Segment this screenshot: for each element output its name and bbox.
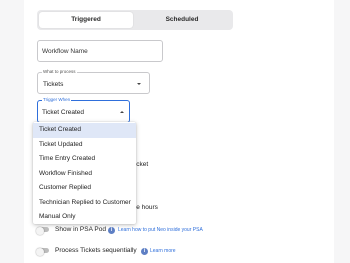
- workflow-name-input[interactable]: [42, 46, 158, 57]
- dropdown-option-ticket-created[interactable]: Ticket Created: [33, 123, 136, 138]
- trigger-when-value: Ticket Created: [42, 109, 85, 116]
- scheduled-tab[interactable]: Scheduled: [135, 12, 229, 28]
- psa-pod-switch-thumb[interactable]: [36, 227, 44, 235]
- what-to-process-select[interactable]: What to process Tickets: [37, 69, 150, 94]
- what-to-process-value: Tickets: [43, 81, 64, 88]
- chevron-up-icon: [120, 111, 124, 113]
- trigger-when-label: Trigger When: [42, 97, 72, 103]
- dropdown-option-time-entry-created[interactable]: Time Entry Created: [33, 152, 136, 167]
- psa-pod-learn-link[interactable]: Learn how to put Neo inside your PSA: [118, 225, 203, 235]
- psa-pod-switch[interactable]: [36, 227, 49, 235]
- psa-pod-row: Show in PSA Pod i Learn how to put Neo i…: [36, 225, 237, 235]
- sequential-learn-link[interactable]: Learn more: [150, 246, 176, 256]
- obscured-hours-text: se hours: [133, 204, 158, 211]
- chevron-down-icon: [137, 83, 141, 85]
- info-icon: i: [108, 226, 115, 234]
- dropdown-option-technician-replied[interactable]: Technician Replied to Customer: [33, 196, 136, 211]
- dropdown-option-manual-only[interactable]: Manual Only: [33, 210, 136, 225]
- psa-pod-label: Show in PSA Pod: [55, 226, 106, 233]
- trigger-when-dropdown: Ticket Created Ticket Updated Time Entry…: [33, 122, 136, 224]
- what-to-process-label: What to process: [42, 69, 77, 75]
- sequential-label: Process Tickets sequentially: [55, 247, 137, 254]
- triggered-tab[interactable]: Triggered: [39, 12, 133, 28]
- info-icon: i: [141, 247, 148, 255]
- sequential-row: Process Tickets sequentially i Learn mor…: [36, 246, 197, 256]
- dropdown-option-ticket-updated[interactable]: Ticket Updated: [33, 138, 136, 153]
- trigger-type-toggle: Triggered Scheduled: [37, 10, 233, 30]
- sequential-switch-thumb[interactable]: [36, 248, 44, 256]
- dropdown-option-workflow-finished[interactable]: Workflow Finished: [33, 167, 136, 182]
- trigger-when-select[interactable]: Trigger When Ticket Created: [37, 97, 130, 123]
- dropdown-option-customer-replied[interactable]: Customer Replied: [33, 181, 136, 196]
- sequential-switch[interactable]: [36, 248, 49, 256]
- workflow-name-field[interactable]: [37, 40, 163, 62]
